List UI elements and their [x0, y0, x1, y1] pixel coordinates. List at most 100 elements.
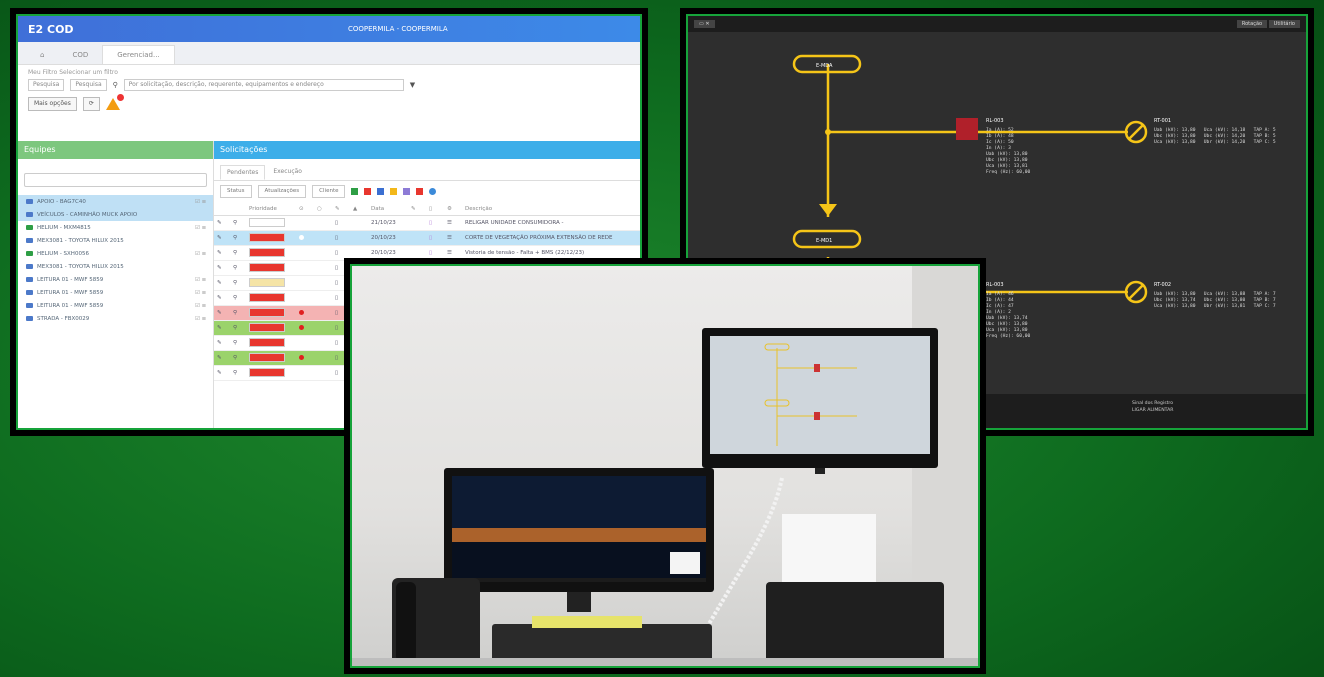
- team-vehicle[interactable]: MEX3081 - TOYOTA HILUX 2015: [18, 234, 213, 247]
- more-options-button[interactable]: Mais opções: [28, 97, 77, 111]
- view-icon[interactable]: ⚲: [230, 245, 246, 261]
- recloser-a: [956, 118, 978, 140]
- rotation-button[interactable]: Rotação: [1236, 20, 1268, 28]
- list-icon[interactable]: [403, 188, 411, 195]
- flag-icon[interactable]: [364, 188, 372, 195]
- view-icon[interactable]: ⚲: [230, 230, 246, 246]
- team-actions-icon[interactable]: ☑ ≡: [195, 199, 213, 205]
- info-icon[interactable]: [429, 188, 437, 195]
- team-name: STRADA - FBX0029: [37, 315, 90, 322]
- teams-list: APOIO - BAG7C40 ☑ ≡ VEÍCULOS - CAMINHÃO MU…: [18, 195, 213, 325]
- view-icon[interactable]: ⚲: [230, 320, 246, 336]
- edit-icon[interactable]: ✎: [214, 260, 230, 276]
- search-input[interactable]: Por solicitação, descrição, requerente, …: [123, 79, 404, 91]
- vehicle-icon: [26, 199, 33, 204]
- bolt-icon[interactable]: [390, 188, 398, 195]
- team-item[interactable]: LEITURA 01 - MWF 5859 ☑ ≡: [18, 286, 213, 299]
- edit-icon[interactable]: ✎: [214, 275, 230, 291]
- col-edit: [214, 202, 230, 216]
- funnel-icon[interactable]: ▼: [410, 81, 415, 89]
- team-actions-icon[interactable]: ☑ ≡: [195, 225, 213, 231]
- view-icon[interactable]: ⚲: [230, 275, 246, 291]
- search-icon[interactable]: ⚲: [113, 81, 118, 89]
- recloser-label-b: RL-003: [986, 282, 1004, 288]
- team-item[interactable]: LEITURA 01 - MWF 5859 ☑ ≡: [18, 299, 213, 312]
- app-logo: E2 COD: [28, 22, 74, 36]
- truck-icon: [26, 212, 33, 217]
- options-row: Mais opções ⟳: [18, 94, 640, 114]
- edit-icon[interactable]: ✎: [214, 365, 230, 381]
- col-description[interactable]: Descrição: [462, 202, 640, 216]
- team-item[interactable]: HELIUM - SXH0056 ☑ ≡: [18, 247, 213, 260]
- table-row[interactable]: ✎ ⚲ ▯ 20/10/23 ▯ ☰ CORTE DE VEGETAÇÃO PRÓXIMA …: [214, 230, 640, 246]
- utility-button[interactable]: Utilitário: [1268, 20, 1300, 28]
- flag-b-cell: [314, 245, 332, 261]
- warning-icon[interactable]: [105, 94, 124, 110]
- vehicle-icon: [26, 225, 33, 230]
- edit-icon[interactable]: ✎: [214, 245, 230, 261]
- view-icon[interactable]: ⚲: [230, 350, 246, 366]
- client-button[interactable]: Cliente: [312, 185, 346, 198]
- team-actions-icon[interactable]: ☑ ≡: [195, 290, 213, 296]
- team-item[interactable]: HELIUM - MXM4815 ☑ ≡: [18, 221, 213, 234]
- flag-b-cell: [314, 230, 332, 246]
- table-row[interactable]: ✎ ⚲ ▯ 21/10/23 ▯ ☰ RELIGAR UNIDADE CONSUMIDORA…: [214, 215, 640, 231]
- team-name: LEITURA 01 - MWF 5859: [37, 276, 104, 283]
- priority-cell: [246, 260, 296, 276]
- priority-bar: [249, 292, 285, 302]
- edit-icon[interactable]: ✎: [214, 305, 230, 321]
- edit-icon[interactable]: ✎: [214, 350, 230, 366]
- status-dot-cell: [296, 230, 314, 246]
- tab-cod[interactable]: COD: [58, 46, 102, 64]
- team-item[interactable]: LEITURA 01 - MWF 5859 ☑ ≡: [18, 273, 213, 286]
- calendar-icon[interactable]: [377, 188, 385, 195]
- desk-monitor-popup: [670, 552, 700, 574]
- search-left-input[interactable]: Pesquisa: [28, 79, 65, 91]
- filter-select[interactable]: Selecionar um filtro: [59, 69, 118, 76]
- tab-pendentes[interactable]: Pendentes: [220, 165, 266, 180]
- team-actions-icon[interactable]: ☑ ≡: [195, 316, 213, 322]
- edit-icon[interactable]: ✎: [214, 320, 230, 336]
- edit-icon[interactable]: ✎: [214, 230, 230, 246]
- col-date[interactable]: Data: [368, 202, 408, 216]
- team-item[interactable]: STRADA - FBX0029 ☑ ≡: [18, 312, 213, 325]
- desk-surface: [352, 658, 978, 666]
- tab-execucao[interactable]: Execução: [267, 165, 308, 180]
- edit-icon[interactable]: ✎: [214, 290, 230, 306]
- view-icon[interactable]: ⚲: [230, 365, 246, 381]
- search-mid-input[interactable]: Pesquisa: [70, 79, 107, 91]
- priority-cell: [246, 365, 296, 381]
- map-pin-icon[interactable]: [351, 188, 359, 195]
- status-button[interactable]: Status: [220, 185, 252, 198]
- edit-icon[interactable]: ✎: [214, 215, 230, 231]
- priority-bar: [249, 367, 285, 377]
- team-vehicle[interactable]: MEX3081 - TOYOTA HILUX 2015: [18, 260, 213, 273]
- view-icon[interactable]: ⚲: [230, 305, 246, 321]
- refresh-icon[interactable]: ⟳: [82, 97, 100, 111]
- team-actions-icon[interactable]: ☑ ≡: [195, 251, 213, 257]
- undo-icon[interactable]: [416, 188, 424, 195]
- team-actions-icon[interactable]: ☑ ≡: [195, 277, 213, 283]
- priority-cell: [246, 335, 296, 351]
- col-priority[interactable]: Prioridade: [246, 202, 296, 216]
- wall-monitor-screen: [710, 336, 930, 454]
- edit-icon[interactable]: ✎: [214, 335, 230, 351]
- home-icon[interactable]: ⌂: [26, 46, 58, 64]
- status-dot-cell: [296, 350, 314, 366]
- view-icon[interactable]: ⚲: [230, 215, 246, 231]
- priority-bar: [249, 337, 285, 347]
- updates-button[interactable]: Atualizações: [257, 185, 307, 198]
- team-actions-icon[interactable]: ☑ ≡: [195, 303, 213, 309]
- teams-search-input[interactable]: [24, 173, 207, 187]
- view-icon[interactable]: ⚲: [230, 260, 246, 276]
- flag-b-cell: [314, 365, 332, 381]
- diagram-menu-button[interactable]: ▭ ✕: [694, 20, 715, 28]
- footer-line-2[interactable]: LIGAR ALIMENTAR: [1132, 407, 1173, 414]
- tab-gerenciador[interactable]: Gerenciad...: [102, 45, 175, 64]
- truck-icon: [26, 264, 33, 269]
- team-item[interactable]: APOIO - BAG7C40 ☑ ≡: [18, 195, 213, 208]
- view-icon[interactable]: ⚲: [230, 335, 246, 351]
- view-icon[interactable]: ⚲: [230, 290, 246, 306]
- col-view: [230, 202, 246, 216]
- team-vehicle[interactable]: VEÍCULOS - CAMINHÃO MUCK APOIO: [18, 208, 213, 221]
